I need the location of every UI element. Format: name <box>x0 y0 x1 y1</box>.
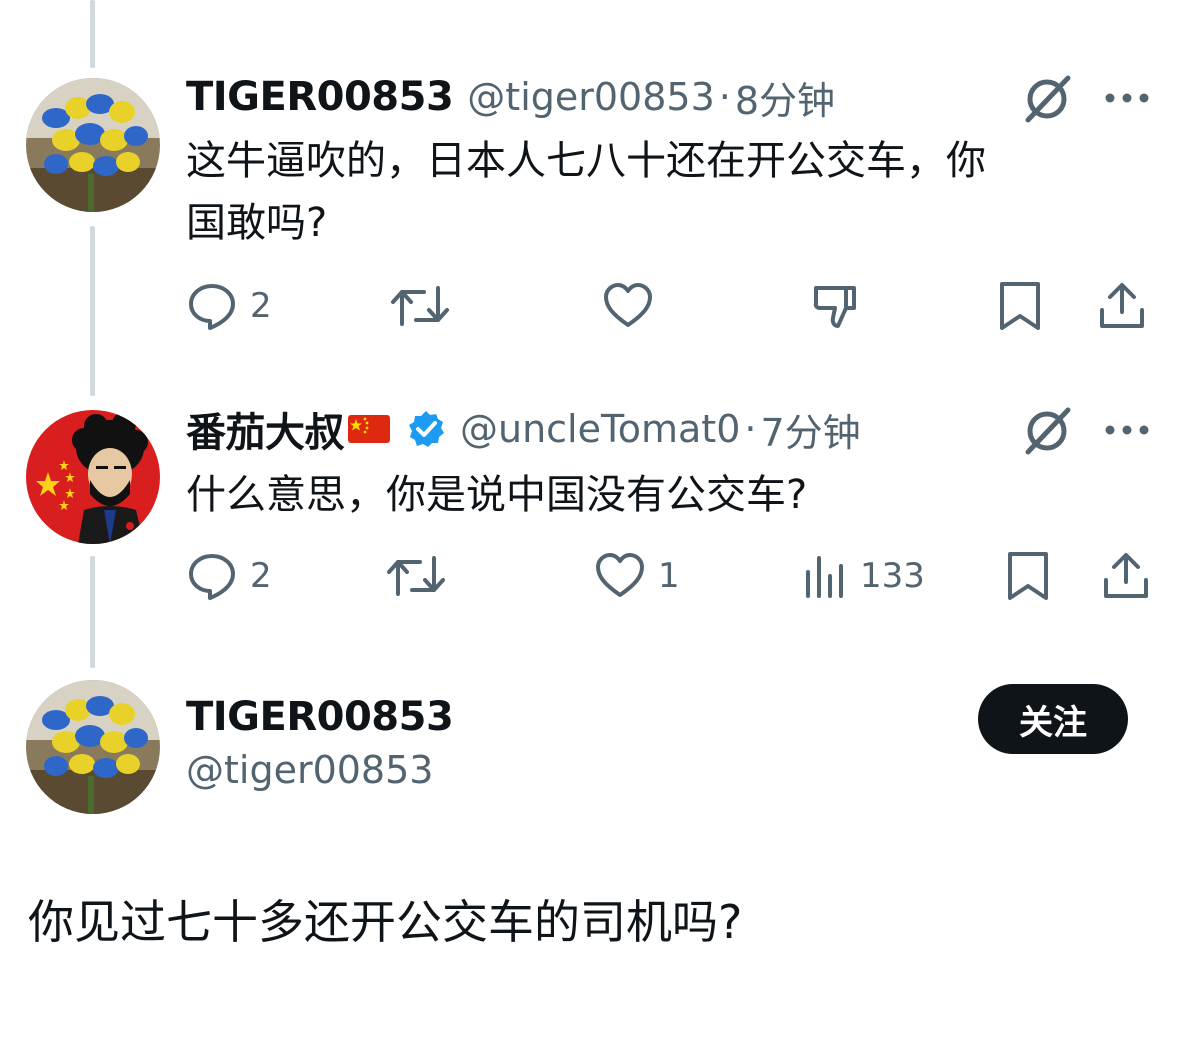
display-name[interactable]: TIGER00853 <box>186 74 454 120</box>
more-icon[interactable] <box>1102 420 1156 440</box>
bookmark-button[interactable] <box>996 278 1044 334</box>
thread-line-top <box>90 0 95 68</box>
like-icon <box>604 283 652 327</box>
reply-icon <box>189 284 235 330</box>
reply-count: 2 <box>250 556 272 596</box>
tweet-text: 什么意思，你是说中国没有公交车? <box>186 472 808 518</box>
dislike-icon <box>813 286 856 328</box>
dislike-button[interactable] <box>810 278 862 334</box>
retweet-icon <box>387 556 445 596</box>
bookmark-icon <box>1000 282 1040 330</box>
views-button[interactable]: 133 <box>802 548 925 604</box>
china-flag-icon <box>348 415 390 443</box>
retweet-icon <box>391 286 449 326</box>
reply-button[interactable]: 2 <box>186 278 272 334</box>
view-count: 133 <box>860 556 925 596</box>
views-icon <box>806 556 843 598</box>
reply-count: 2 <box>250 286 272 326</box>
like-button[interactable] <box>602 278 654 334</box>
share-icon <box>1100 283 1144 328</box>
display-name[interactable]: TIGER00853 <box>186 694 454 740</box>
share-button[interactable] <box>1100 548 1152 604</box>
like-button[interactable]: 1 <box>594 548 680 604</box>
avatar[interactable] <box>26 410 160 544</box>
separator: · <box>718 75 731 119</box>
timestamp[interactable]: 7分钟 <box>760 402 860 457</box>
follow-button[interactable]: 关注 <box>978 684 1128 754</box>
avatar[interactable] <box>26 680 160 814</box>
tweet-text: 这牛逼吹的，日本人七八十还在开公交车，你 国敢吗? <box>186 130 986 254</box>
timestamp[interactable]: 8分钟 <box>735 70 835 125</box>
like-count: 1 <box>658 556 680 596</box>
user-handle[interactable]: @tiger00853 <box>467 75 714 119</box>
display-name[interactable]: 番茄大叔 <box>186 400 345 458</box>
retweet-button[interactable] <box>390 278 450 334</box>
avatar[interactable] <box>26 78 160 212</box>
tweet-header: 番茄大叔 @uncleTomat0 · 7分钟 <box>186 402 861 457</box>
grok-icon[interactable] <box>1020 72 1074 126</box>
grok-icon[interactable] <box>1020 404 1074 458</box>
tweet-text: 你见过七十多还开公交车的司机吗? <box>28 895 743 949</box>
thread-line-1 <box>90 226 95 396</box>
reply-icon <box>189 554 235 600</box>
tweet-header: TIGER00853 @tiger00853 · 8分钟 <box>186 70 835 125</box>
reply-button[interactable]: 2 <box>186 548 272 604</box>
separator: · <box>744 407 757 451</box>
tweet-text-line: 这牛逼吹的，日本人七八十还在开公交车，你 <box>186 138 986 184</box>
share-button[interactable] <box>1096 278 1148 334</box>
bookmark-button[interactable] <box>1004 548 1052 604</box>
user-handle[interactable]: @tiger00853 <box>186 748 433 792</box>
verified-icon[interactable] <box>406 409 446 449</box>
share-icon <box>1104 553 1148 598</box>
user-handle[interactable]: @uncleTomat0 <box>460 407 740 451</box>
like-icon <box>596 553 644 597</box>
tweet-text-line: 国敢吗? <box>186 200 328 246</box>
bookmark-icon <box>1008 552 1048 600</box>
more-icon[interactable] <box>1102 88 1156 108</box>
thread-line-2 <box>90 556 95 668</box>
retweet-button[interactable] <box>386 548 446 604</box>
